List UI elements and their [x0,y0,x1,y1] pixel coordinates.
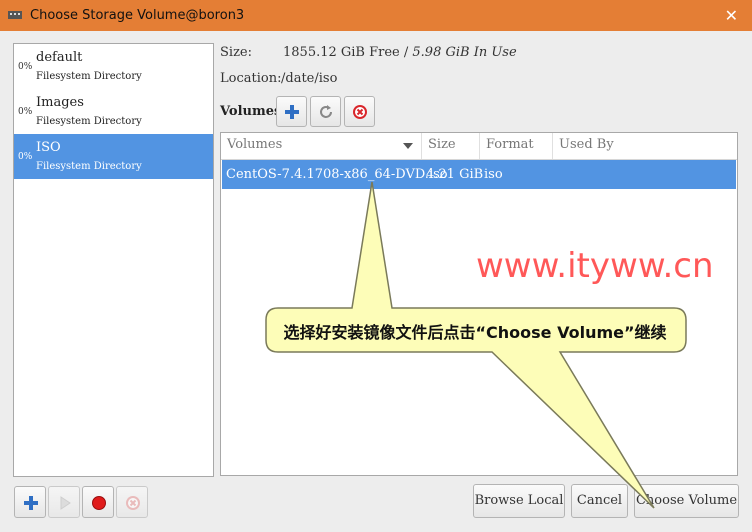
virt-manager-icon [8,11,22,19]
stop-pool-button[interactable] [82,486,114,518]
pool-type: Filesystem Directory [36,161,142,172]
play-icon [60,496,71,510]
column-header-format[interactable]: Format [480,133,553,159]
pool-type: Filesystem Directory [36,71,142,82]
delete-volume-button[interactable] [344,96,375,127]
volumes-label: Volumes [220,104,282,119]
volume-size: 4.21 GiB [426,167,484,182]
pool-usage-percent: 0% [18,152,33,162]
add-icon [24,496,38,510]
sort-descending-icon [403,143,413,149]
cancel-button[interactable]: Cancel [571,484,628,518]
choose-volume-button[interactable]: Choose Volume [634,484,739,518]
add-pool-button[interactable] [14,486,46,518]
pool-usage-percent: 0% [18,62,33,72]
pool-item-default[interactable]: 0% default Filesystem Directory [14,44,213,89]
size-in-use: 5.98 GiB In Use [412,45,517,60]
column-header-volumes[interactable]: Volumes [221,133,422,159]
title-bar: Choose Storage Volume@boron3 ✕ [0,0,752,31]
browse-local-button[interactable]: Browse Local [473,484,565,518]
watermark: www.ityww.cn [476,246,714,286]
pool-name: Images [36,95,84,110]
callout-text: 选择好安装镜像文件后点击“Choose Volume”继续 [283,323,667,342]
pool-usage-percent: 0% [18,107,33,117]
location-value: /date/iso [281,71,338,86]
size-free: 1855.12 GiB Free / [283,45,413,60]
column-header-size[interactable]: Size [422,133,480,159]
close-icon[interactable]: ✕ [725,6,738,25]
pool-item-images[interactable]: 0% Images Filesystem Directory [14,89,213,134]
location-label: Location: [220,71,282,86]
column-header-label: Volumes [227,137,283,152]
pool-name: default [36,50,83,65]
storage-pool-list[interactable]: 0% default Filesystem Directory 0% Image… [13,43,214,477]
size-label: Size: [220,45,252,60]
pool-item-iso[interactable]: 0% ISO Filesystem Directory [14,134,213,179]
stop-icon [92,496,106,510]
refresh-volumes-button[interactable] [310,96,341,127]
add-icon [285,105,299,119]
size-value: 1855.12 GiB Free / 5.98 GiB In Use [283,45,517,60]
refresh-icon [320,105,332,118]
pool-name: ISO [36,140,61,155]
volume-format: iso [484,167,503,182]
delete-icon [126,496,140,510]
volume-name: CentOS-7.4.1708-x86_64-DVD.iso [226,167,448,182]
column-header-used-by[interactable]: Used By [553,133,737,159]
window-title: Choose Storage Volume@boron3 [30,8,245,23]
volumes-table[interactable]: Volumes Size Format Used By CentOS-7.4.1… [220,132,738,476]
delete-pool-button[interactable] [116,486,148,518]
table-header: Volumes Size Format Used By [221,133,737,160]
start-pool-button[interactable] [48,486,80,518]
table-row[interactable]: CentOS-7.4.1708-x86_64-DVD.iso 4.21 GiB … [222,160,736,189]
pool-type: Filesystem Directory [36,116,142,127]
delete-icon [353,105,367,119]
add-volume-button[interactable] [276,96,307,127]
